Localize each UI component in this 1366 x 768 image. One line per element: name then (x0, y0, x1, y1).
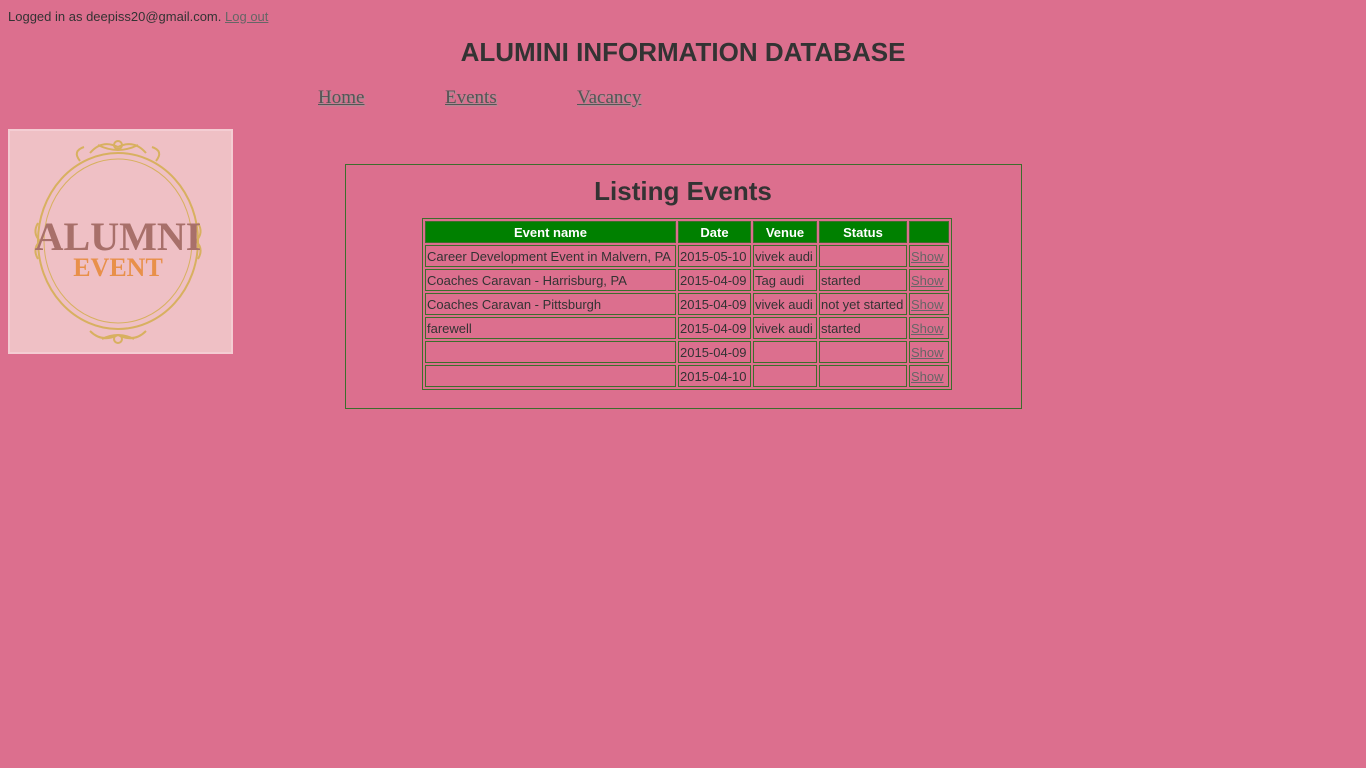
show-link[interactable]: Show (911, 321, 944, 336)
cell-date: 2015-05-10 (678, 245, 751, 267)
cell-status: started (819, 269, 907, 291)
cell-venue: vivek audi (753, 317, 817, 339)
nav-home-link[interactable]: Home (318, 87, 364, 109)
cell-date: 2015-04-09 (678, 341, 751, 363)
page-title: Listing Events (594, 176, 772, 206)
cell-action: Show (909, 341, 949, 363)
nav-events-link[interactable]: Events (445, 87, 497, 109)
table-row: farewell 2015-04-09 vivek audi started S… (425, 317, 949, 339)
cell-event-name (425, 365, 676, 387)
login-status: Logged in as deepiss20@gmail.com. Log ou… (8, 9, 268, 25)
logged-in-text: Logged in as deepiss20@gmail.com. (8, 9, 222, 24)
cell-event-name: Coaches Caravan - Pittsburgh (425, 293, 676, 315)
show-link[interactable]: Show (911, 297, 944, 312)
cell-date: 2015-04-09 (678, 269, 751, 291)
nav-vacancy-link[interactable]: Vacancy (577, 87, 641, 109)
cell-status (819, 341, 907, 363)
table-row: Coaches Caravan - Harrisburg, PA 2015-04… (425, 269, 949, 291)
cell-date: 2015-04-09 (678, 293, 751, 315)
cell-action: Show (909, 365, 949, 387)
table-row: 2015-04-09 Show (425, 341, 949, 363)
cell-venue: vivek audi (753, 245, 817, 267)
cell-venue (753, 365, 817, 387)
ornament-wreath-icon: ALUMNI EVENT (34, 140, 202, 344)
cell-status (819, 365, 907, 387)
show-link[interactable]: Show (911, 345, 944, 360)
cell-status (819, 245, 907, 267)
cell-event-name: Coaches Caravan - Harrisburg, PA (425, 269, 676, 291)
show-link[interactable]: Show (911, 249, 944, 264)
table-row: 2015-04-10 Show (425, 365, 949, 387)
cell-date: 2015-04-09 (678, 317, 751, 339)
cell-status: not yet started (819, 293, 907, 315)
table-row: Career Development Event in Malvern, PA … (425, 245, 949, 267)
cell-action: Show (909, 269, 949, 291)
cell-action: Show (909, 293, 949, 315)
table-row: Coaches Caravan - Pittsburgh 2015-04-09 … (425, 293, 949, 315)
show-link[interactable]: Show (911, 273, 944, 288)
cell-venue (753, 341, 817, 363)
cell-status: started (819, 317, 907, 339)
cell-event-name (425, 341, 676, 363)
cell-venue: Tag audi (753, 269, 817, 291)
column-header-date: Date (678, 221, 751, 243)
cell-event-name: Career Development Event in Malvern, PA (425, 245, 676, 267)
column-header-status: Status (819, 221, 907, 243)
logo-line-2: EVENT (73, 253, 163, 282)
events-table: Event name Date Venue Status Career Deve… (422, 218, 952, 390)
cell-venue: vivek audi (753, 293, 817, 315)
cell-action: Show (909, 317, 949, 339)
cell-event-name: farewell (425, 317, 676, 339)
alumni-event-logo: ALUMNI EVENT (8, 129, 233, 354)
logout-link[interactable]: Log out (225, 9, 268, 24)
cell-action: Show (909, 245, 949, 267)
table-header-row: Event name Date Venue Status (425, 221, 949, 243)
column-header-event-name: Event name (425, 221, 676, 243)
show-link[interactable]: Show (911, 369, 944, 384)
cell-date: 2015-04-10 (678, 365, 751, 387)
site-title: ALUMINI INFORMATION DATABASE (460, 37, 906, 67)
column-header-actions (909, 221, 949, 243)
column-header-venue: Venue (753, 221, 817, 243)
